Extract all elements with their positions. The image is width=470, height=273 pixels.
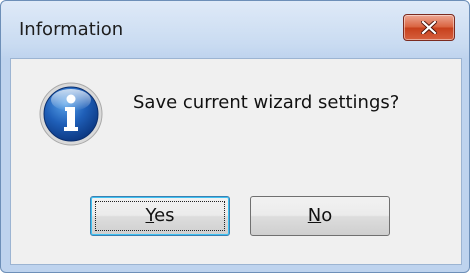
focus-ring xyxy=(95,201,225,231)
yes-button[interactable]: Yes xyxy=(90,196,230,236)
window-title: Information xyxy=(19,19,124,40)
no-mnemonic: N xyxy=(307,205,322,226)
dialog-window: Information Save current wizard settings… xyxy=(0,0,470,273)
close-button[interactable] xyxy=(403,14,455,41)
info-icon xyxy=(39,82,103,146)
no-button[interactable]: No xyxy=(250,196,390,236)
close-x-icon xyxy=(421,21,437,34)
dialog-message: Save current wizard settings? xyxy=(133,92,400,113)
dialog-content: Save current wizard settings? Yes No xyxy=(10,58,462,265)
no-label-rest: o xyxy=(321,205,333,226)
title-bar[interactable]: Information xyxy=(1,1,469,58)
